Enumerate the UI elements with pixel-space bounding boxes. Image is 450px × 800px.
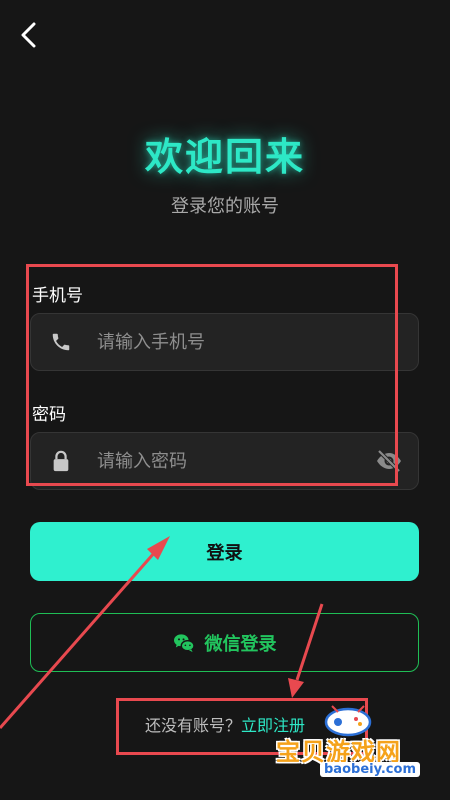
wechat-login-button[interactable]: 微信登录 — [30, 613, 419, 672]
phone-label: 手机号 — [32, 286, 83, 306]
register-row: 还没有账号？立即注册 — [0, 712, 450, 736]
watermark-title: 宝贝游戏网 — [276, 738, 401, 766]
phone-icon — [49, 330, 73, 354]
wechat-icon — [173, 632, 195, 654]
page-subtitle: 登录您的账号 — [171, 196, 279, 217]
page-title: 欢迎回来 — [144, 135, 305, 179]
wechat-login-label: 微信登录 — [204, 633, 277, 655]
eye-off-icon[interactable] — [374, 446, 404, 476]
password-label: 密码 — [32, 405, 66, 425]
watermark-url: baobeiy.com — [320, 762, 420, 777]
phone-field[interactable] — [30, 313, 419, 371]
annotation-arrows — [0, 536, 324, 729]
lock-icon — [49, 449, 73, 473]
back-button[interactable] — [14, 20, 44, 50]
password-input[interactable] — [95, 449, 374, 473]
register-link[interactable]: 立即注册 — [241, 716, 305, 735]
register-prompt: 还没有账号？ — [144, 716, 241, 735]
login-screen: 欢迎回来 登录您的账号 手机号 密码 — [0, 0, 450, 800]
login-button[interactable]: 登录 — [30, 522, 419, 581]
phone-input[interactable] — [95, 330, 418, 354]
chevron-left-icon — [21, 22, 36, 48]
password-field[interactable] — [30, 432, 419, 490]
